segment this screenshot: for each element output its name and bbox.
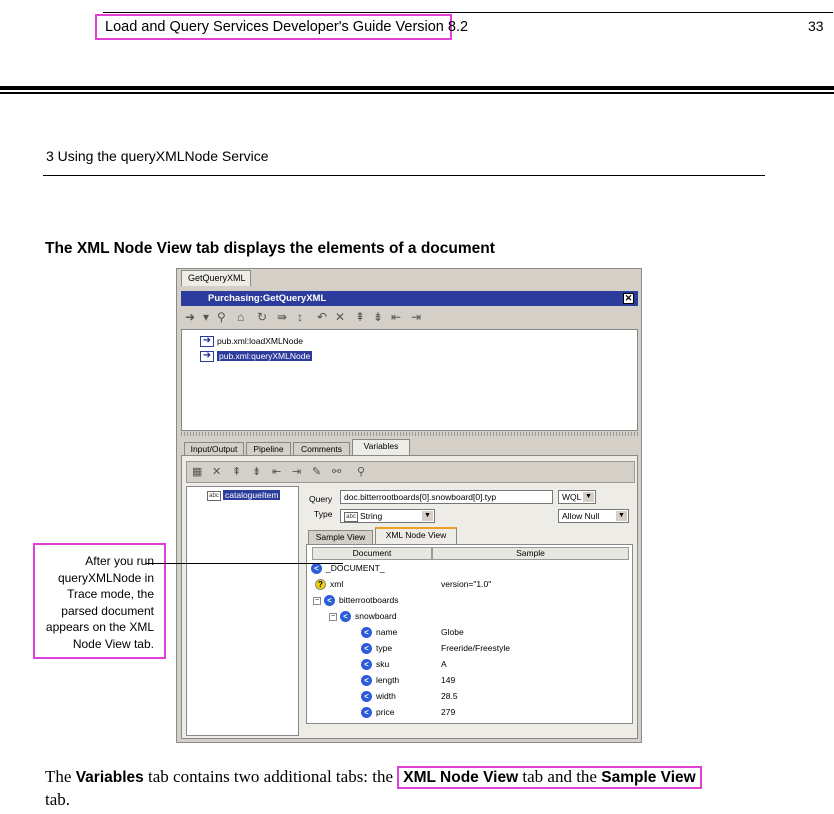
node-icon: < (361, 707, 372, 719)
move-up-icon[interactable]: ⇞ (355, 310, 365, 324)
tree-row[interactable]: < type Freeride/Freestyle (361, 641, 631, 655)
undo-icon[interactable]: ↶ (317, 310, 327, 324)
highlighted-xml-node-view: XML Node View tab and the Sample View (397, 766, 702, 789)
tab-pipeline[interactable]: Pipeline (246, 442, 291, 456)
node-icon: < (361, 691, 372, 703)
variable-leaf[interactable]: abc catalogueItem (207, 489, 281, 501)
close-icon[interactable]: ✕ (623, 293, 634, 304)
column-document[interactable]: Document (312, 547, 432, 560)
tab-getqueryxml[interactable]: GetQueryXML (181, 270, 251, 286)
question-icon: ? (315, 579, 326, 591)
delete-icon[interactable]: ✕ (212, 465, 221, 478)
header-thick-rule (0, 86, 834, 90)
query-input[interactable]: doc.bitterrootboards[0].snowboard[0].typ (340, 490, 553, 504)
edit-icon[interactable]: ✎ (312, 465, 321, 478)
node-icon: < (311, 563, 322, 575)
tab-sample-view[interactable]: Sample View (308, 530, 373, 544)
tab-comments[interactable]: Comments (293, 442, 350, 456)
map-icon[interactable]: ↕ (297, 310, 303, 324)
node-icon: < (361, 675, 372, 687)
flow-step-selected[interactable]: ➜ pub.xml:queryXMLNode (200, 349, 313, 363)
splitter-handle[interactable] (181, 432, 638, 436)
flow-step[interactable]: ➜ pub.xml:loadXMLNode (200, 334, 303, 348)
collapse-icon[interactable]: − (313, 596, 321, 605)
string-icon: abc (207, 490, 221, 501)
callout-note: After you run queryXMLNode in Trace mode… (33, 543, 166, 659)
invoke-icon: ➜ (200, 336, 214, 348)
header-title: Load and Query Services Developer's Guid… (95, 14, 468, 40)
body-paragraph: The Variables tab contains two additiona… (45, 766, 805, 811)
string-icon: abc (344, 511, 358, 522)
node-icon: < (340, 611, 351, 623)
search-icon[interactable]: ⚲ (357, 465, 365, 478)
tree-row[interactable]: < price 279 (361, 705, 631, 719)
type-select[interactable]: abc String ▼ (340, 509, 435, 523)
variables-tree (186, 486, 299, 736)
move-right-icon[interactable]: ⇥ (411, 310, 421, 324)
move-down-icon[interactable]: ⇟ (252, 465, 261, 478)
link-icon[interactable]: ⚯ (332, 465, 341, 478)
tab-input-output[interactable]: Input/Output (184, 442, 244, 456)
tab-variables[interactable]: Variables (352, 439, 410, 456)
tree-row[interactable]: < length 149 (361, 673, 631, 687)
variables-toolbar: ▦ ✕ ⇞ ⇟ ⇤ ⇥ ✎ ⚯ ⚲ (186, 461, 635, 483)
tree-row[interactable]: ? xml version="1.0" (313, 577, 633, 591)
dropdown-icon[interactable]: ▾ (203, 310, 209, 324)
move-up-icon[interactable]: ⇞ (232, 465, 241, 478)
tree-row[interactable]: − < snowboard (329, 609, 397, 623)
query-label: Query (309, 494, 333, 504)
tab-xml-node-view[interactable]: XML Node View (375, 527, 457, 544)
move-right-icon[interactable]: ⇥ (292, 465, 301, 478)
header-thin-rule (0, 92, 834, 94)
collapse-icon[interactable]: − (329, 612, 337, 621)
type-label: Type (314, 509, 333, 519)
chevron-down-icon: ▼ (422, 511, 433, 521)
invoke-icon: ➜ (200, 351, 214, 363)
header-top-rule (103, 12, 833, 13)
chevron-down-icon: ▼ (583, 492, 594, 502)
tree-row[interactable]: < name Globe (361, 625, 631, 639)
callout-leader-line (146, 563, 343, 564)
figure-title: The XML Node View tab displays the eleme… (45, 240, 495, 257)
chevron-down-icon: ▼ (616, 511, 627, 521)
node-icon: < (361, 659, 372, 671)
node-icon: < (361, 627, 372, 639)
chapter-heading: 3 Using the queryXMLNode Service (46, 148, 269, 164)
move-left-icon[interactable]: ⇤ (272, 465, 281, 478)
flow-steps-panel: ➜ pub.xml:loadXMLNode ➜ pub.xml:queryXMLNo… (181, 329, 638, 431)
move-down-icon[interactable]: ⇟ (373, 310, 383, 324)
window-title: Purchasing:GetQueryXML (208, 293, 327, 304)
variables-term: Variables (75, 769, 144, 786)
exit-icon[interactable]: ⇛ (277, 310, 287, 324)
branch-icon[interactable]: ⚲ (217, 310, 226, 324)
node-icon: < (361, 643, 372, 655)
page-number: 33 (808, 18, 824, 34)
sequence-arrow-icon[interactable]: ➜ (185, 310, 195, 324)
designer-screenshot: GetQueryXML Purchasing:GetQueryXML ✕ ➜ ▾… (176, 268, 642, 743)
allow-null-select[interactable]: Allow Null ▼ (558, 509, 629, 523)
repeat-icon[interactable]: ⌂ (237, 310, 244, 324)
query-language-select[interactable]: WQL ▼ (558, 490, 596, 504)
tree-row[interactable]: < width 28.5 (361, 689, 631, 703)
loop-icon[interactable]: ↻ (257, 310, 267, 324)
window-title-bar: Purchasing:GetQueryXML ✕ (181, 291, 638, 306)
column-sample[interactable]: Sample (432, 547, 629, 560)
chapter-rule (43, 175, 765, 176)
delete-icon[interactable]: ✕ (335, 310, 345, 324)
move-left-icon[interactable]: ⇤ (391, 310, 401, 324)
new-variable-icon[interactable]: ▦ (192, 465, 202, 478)
node-icon: < (324, 595, 335, 607)
tree-row[interactable]: − < bitterrootboards (313, 593, 399, 607)
tree-row[interactable]: < sku A (361, 657, 631, 671)
